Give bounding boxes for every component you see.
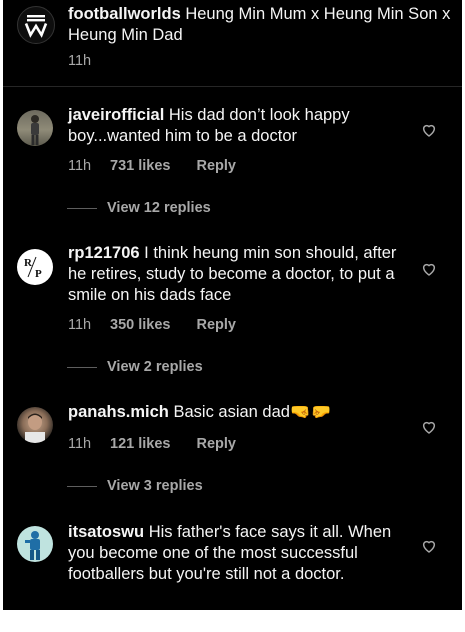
view-replies-button[interactable]: View 3 replies: [67, 478, 203, 494]
comment-meta: 11h 350 likes Reply: [68, 316, 236, 334]
comment-meta: 11h 121 likes Reply: [68, 435, 236, 453]
rp-logo-icon: R P: [24, 256, 42, 280]
panahs-mich-avatar[interactable]: [17, 407, 53, 443]
fist-bump-emoji: 🤜🤛: [289, 403, 332, 421]
footballworlds-logo-icon: [24, 15, 48, 38]
comment-time: 11h: [68, 158, 92, 174]
rp121706-avatar[interactable]: R P: [17, 249, 53, 285]
comment-text: panahs.mich Basic asian dad🤜🤛: [68, 402, 408, 423]
comment-likes[interactable]: 121 likes: [110, 435, 170, 453]
reply-button[interactable]: Reply: [196, 316, 236, 334]
comment-text: itsatoswu His father's face says it all.…: [68, 522, 403, 585]
footballworlds-avatar[interactable]: [17, 6, 55, 44]
comment-username[interactable]: itsatoswu: [68, 523, 144, 541]
caption-time: 11h: [68, 53, 92, 69]
heart-outline-icon[interactable]: [421, 538, 437, 554]
avatar-photo: [25, 413, 45, 443]
heart-outline-icon[interactable]: [421, 261, 437, 277]
heart-outline-icon[interactable]: [421, 122, 437, 138]
comment-username[interactable]: rp121706: [68, 244, 140, 262]
comment-time: 11h: [68, 436, 92, 452]
comment-username[interactable]: javeirofficial: [68, 106, 164, 124]
reply-button[interactable]: Reply: [196, 435, 236, 453]
replies-line: [67, 485, 97, 487]
view-replies-label: View 3 replies: [107, 478, 203, 494]
comment-likes[interactable]: 350 likes: [110, 316, 170, 334]
comment-body: Basic asian dad: [173, 403, 290, 421]
comment-text: rp121706 I think heung min son should, a…: [68, 243, 403, 306]
avatar-photo: [25, 531, 40, 560]
itsatoswu-avatar[interactable]: [17, 526, 53, 562]
replies-line: [67, 207, 97, 209]
svg-text:P: P: [35, 268, 42, 280]
view-replies-label: View 2 replies: [107, 359, 203, 375]
comment-username[interactable]: panahs.mich: [68, 403, 169, 421]
comment-likes[interactable]: 731 likes: [110, 157, 170, 175]
comment-time: 11h: [68, 317, 92, 333]
comments-panel: footballworlds Heung Min Mum x Heung Min…: [3, 0, 462, 610]
view-replies-label: View 12 replies: [107, 200, 211, 216]
caption-username[interactable]: footballworlds: [68, 5, 181, 23]
caption-meta: 11h: [68, 52, 91, 70]
javeirofficial-avatar[interactable]: [17, 110, 53, 146]
comment-text: javeirofficial His dad don’t look happy …: [68, 105, 408, 147]
reply-button[interactable]: Reply: [196, 157, 236, 175]
comment-meta: 11h 731 likes Reply: [68, 157, 236, 175]
avatar-photo: [31, 115, 39, 145]
caption-divider: [3, 86, 462, 87]
heart-outline-icon[interactable]: [421, 419, 437, 435]
replies-line: [67, 366, 97, 368]
view-replies-button[interactable]: View 12 replies: [67, 200, 211, 216]
caption-text: footballworlds Heung Min Mum x Heung Min…: [68, 4, 453, 46]
post-caption: footballworlds Heung Min Mum x Heung Min…: [3, 0, 462, 86]
view-replies-button[interactable]: View 2 replies: [67, 359, 203, 375]
